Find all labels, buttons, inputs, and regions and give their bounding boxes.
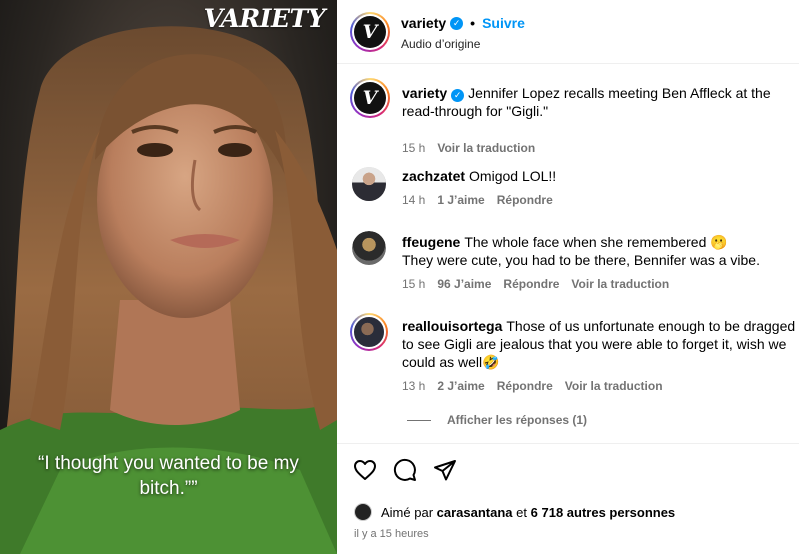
comment-likes[interactable]: 1 J’aime [437,193,484,207]
comment-time: 15 h [402,277,426,291]
translate-link[interactable]: Voir la traduction [571,277,669,291]
video-media[interactable]: VARIETY “I thought you wanted to be my b… [0,0,337,554]
commenter-avatar[interactable] [352,167,386,201]
follow-button[interactable]: Suivre [482,15,525,31]
comment-username[interactable]: reallouisortega [402,318,502,334]
commenter-avatar[interactable] [350,313,388,351]
replies-divider-line [407,419,431,421]
variety-logo: VARIETY [203,4,326,33]
comment-time: 14 h [402,193,426,207]
liker-avatar[interactable] [354,503,372,521]
heart-icon[interactable] [353,458,377,482]
comments-list[interactable]: V variety ✓ Jennifer Lopez recalls meeting… [337,65,799,443]
reply-button[interactable]: Répondre [497,379,553,393]
action-icons [353,458,457,482]
caption-time: 15 h [402,141,426,155]
video-caption: “I thought you wanted to be my bitch.”” [38,453,299,499]
account-avatar[interactable]: V [350,12,390,52]
caption-translate-link[interactable]: Voir la traduction [437,141,535,155]
reply-button[interactable]: Répondre [503,277,559,291]
comment-meta: 14 h 1 J’aime Répondre [402,193,553,207]
caption-username[interactable]: variety [402,85,447,101]
comment-meta: 15 h 96 J’aime Répondre Voir la traducti… [402,277,669,291]
header-username[interactable]: variety [401,15,446,31]
reply-button[interactable]: Répondre [497,193,553,207]
translate-link[interactable]: Voir la traduction [565,379,663,393]
comment-likes[interactable]: 2 J’aime [437,379,484,393]
commenter-avatar[interactable] [352,231,386,265]
comment-username[interactable]: zachzatet [402,168,465,184]
likes-count[interactable]: 6 718 autres personnes [531,505,676,520]
post-panel: V variety ✓ • Suivre Audio d’origine V v… [337,0,799,554]
post-header: V variety ✓ • Suivre Audio d’origine [337,0,799,64]
comment-body: The whole face when she remembered 🫢 [464,234,728,250]
comment-body: Omigod LOL!! [469,168,557,184]
likes-prefix: Aimé par [381,504,434,520]
variety-v-icon: V [354,82,386,114]
verified-badge-icon: ✓ [451,89,465,102]
comment-username[interactable]: ffeugene [402,234,460,250]
caption-meta: 15 h Voir la traduction [402,141,535,155]
comment-likes[interactable]: 96 J’aime [437,277,491,291]
caption-avatar[interactable]: V [350,78,390,118]
separator-dot: • [470,15,476,31]
variety-v-icon: V [354,16,386,48]
comment-icon[interactable] [393,458,417,482]
share-icon[interactable] [433,458,457,482]
caption-text: variety ✓ Jennifer Lopez recalls meeting B… [402,84,797,120]
comment-text: zachzatet Omigod LOL!! [402,167,797,185]
verified-badge-icon: ✓ [450,16,464,30]
likes-middle: et [516,504,528,520]
comment-text: reallouisortega Those of us unfortunate e… [402,317,797,371]
comment-text: ffeugene The whole face when she remember… [402,233,797,269]
post-timestamp[interactable]: il y a 15 heures [354,528,429,540]
likes-summary: Aimé par carasantana et 6 718 autres per… [354,503,675,521]
show-replies-label: Afficher les réponses (1) [447,413,588,427]
comment-time: 13 h [402,379,426,393]
show-replies-button[interactable]: Afficher les réponses (1) [407,413,587,427]
audio-link[interactable]: Audio d’origine [401,37,480,51]
liker-username[interactable]: carasantana [437,505,513,520]
header-user-row: variety ✓ • Suivre [401,15,525,31]
post-actions: Aimé par carasantana et 6 718 autres per… [337,443,799,554]
comment-meta: 13 h 2 J’aime Répondre Voir la traductio… [402,379,663,393]
comment-body-line2: They were cute, you had to be there, Ben… [402,252,760,268]
